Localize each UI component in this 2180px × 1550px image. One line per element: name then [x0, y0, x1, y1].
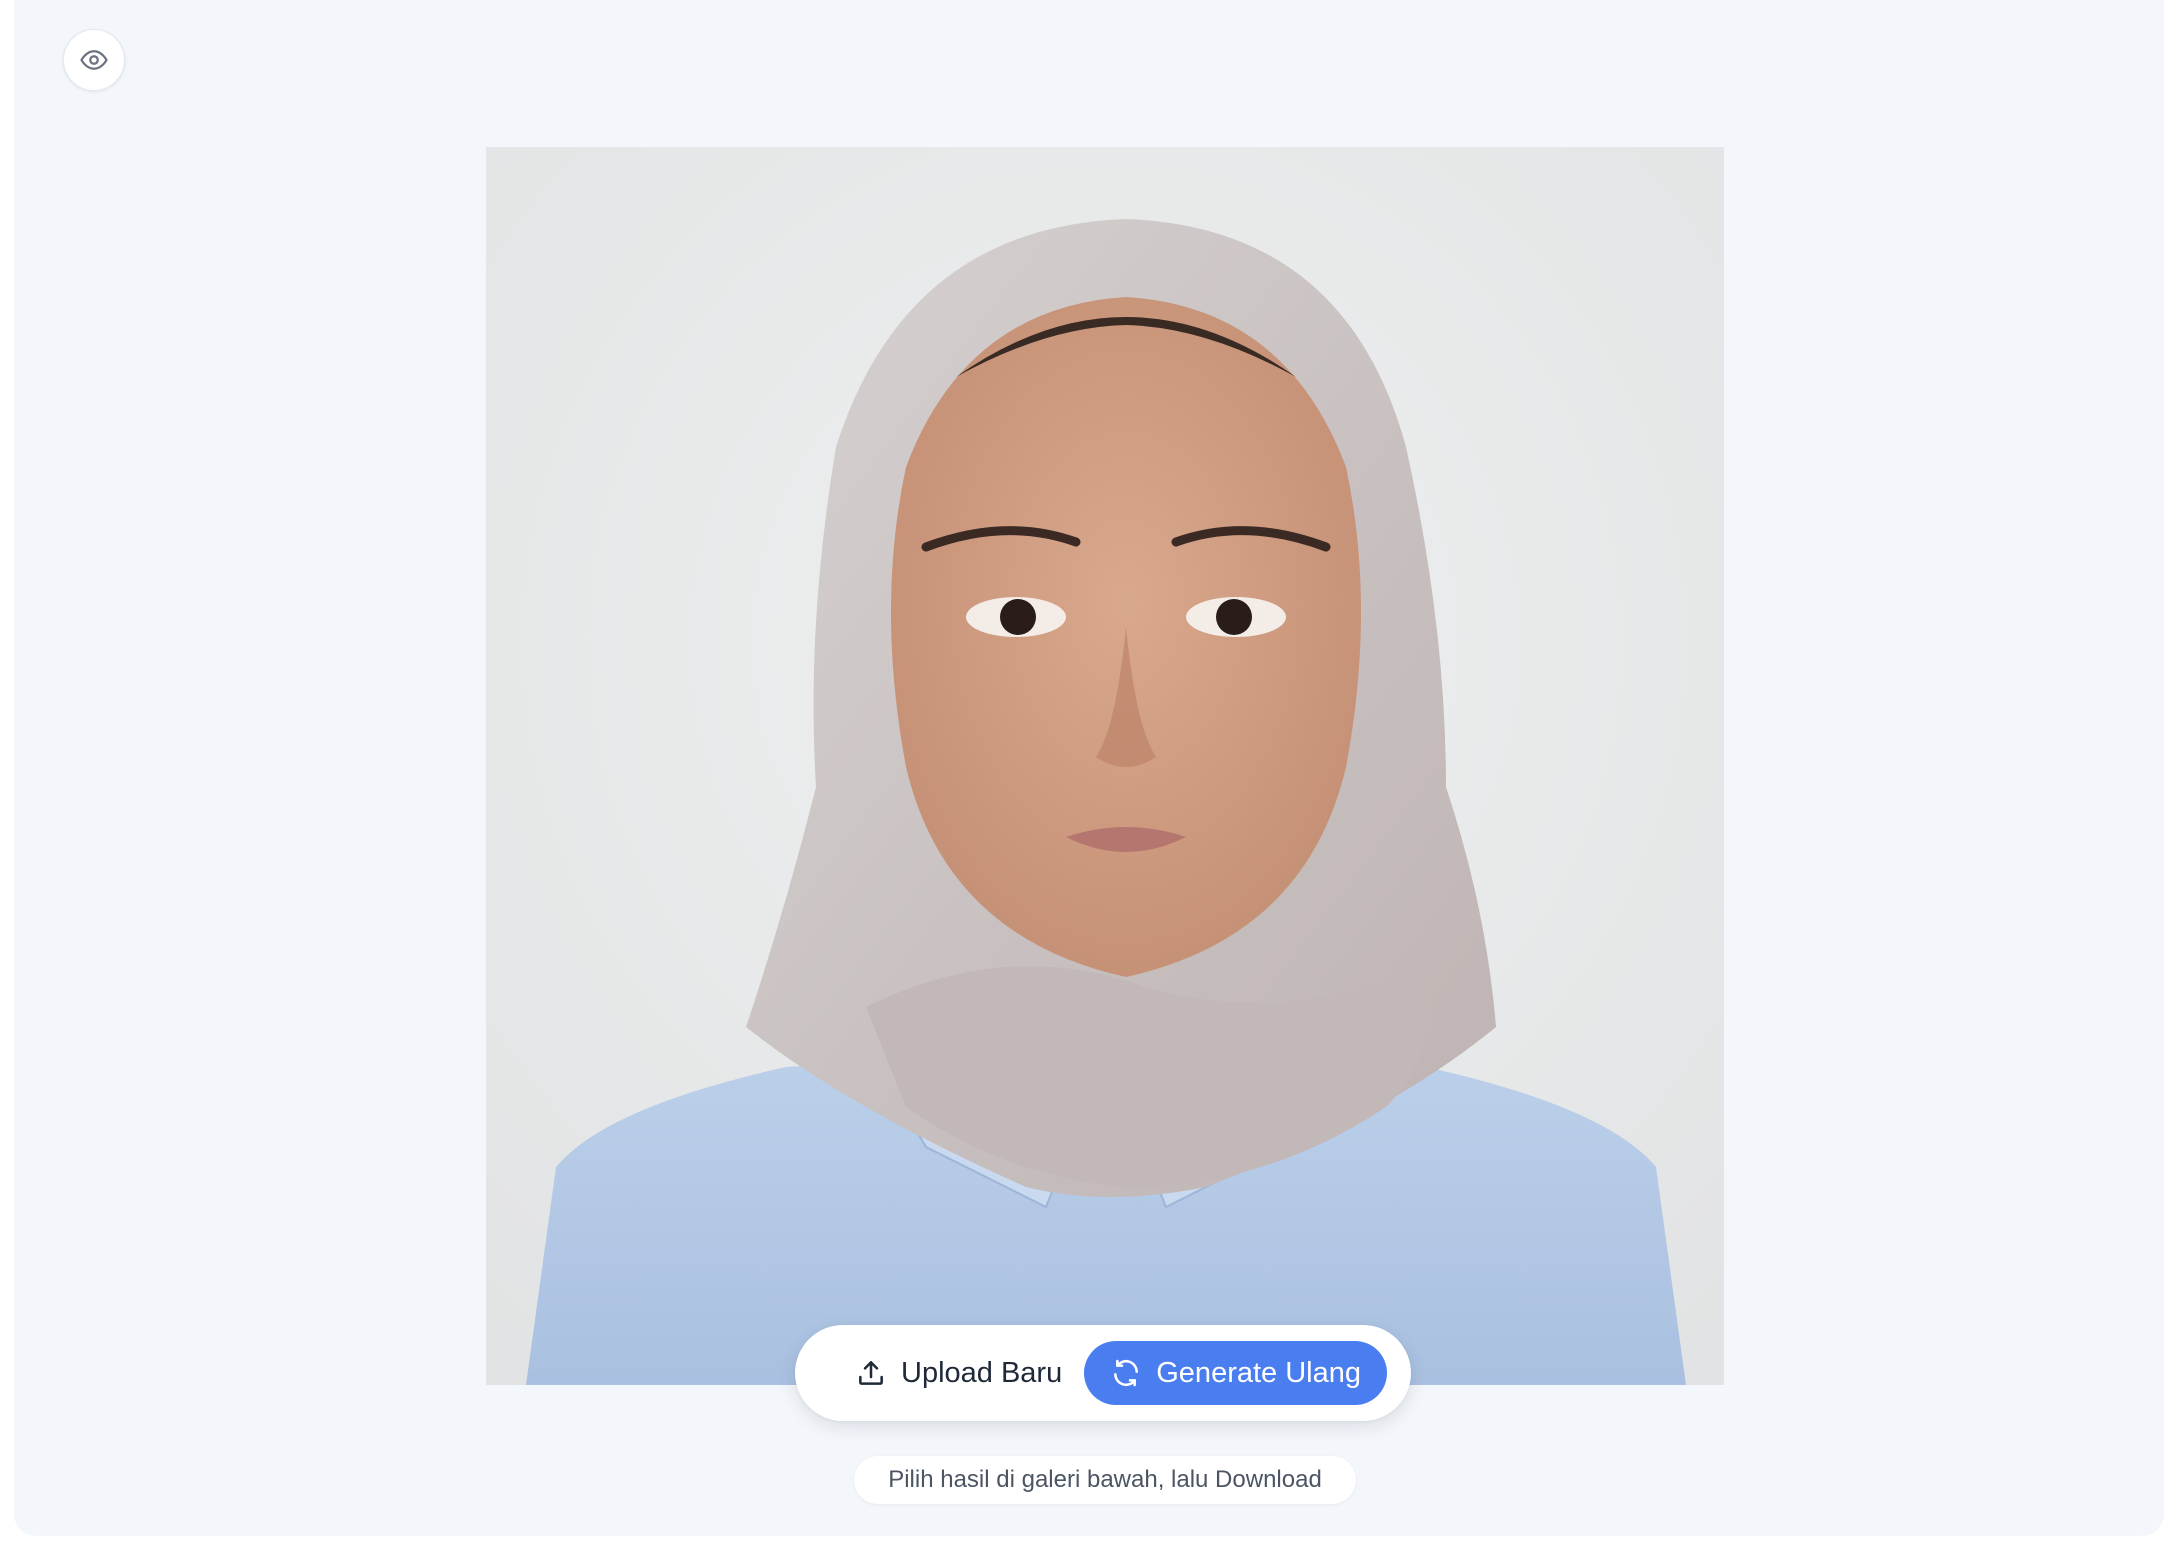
preview-toggle-button[interactable] — [63, 29, 125, 91]
action-bar: Upload Baru Generate Ulang — [795, 1325, 1411, 1421]
eye-icon — [80, 50, 108, 70]
instruction-hint-text: Pilih hasil di galeri bawah, lalu Downlo… — [888, 1466, 1322, 1493]
portrait-image — [486, 147, 1724, 1385]
regenerate-button[interactable]: Generate Ulang — [1084, 1341, 1387, 1405]
upload-new-button[interactable]: Upload Baru — [843, 1342, 1074, 1404]
upload-icon — [859, 1361, 883, 1385]
regenerate-label: Generate Ulang — [1156, 1356, 1361, 1389]
instruction-hint: Pilih hasil di galeri bawah, lalu Downlo… — [854, 1456, 1356, 1504]
generated-photo — [486, 147, 1724, 1385]
workspace-panel: Upload Baru Generate Ulang Pilih hasil d… — [14, 0, 2164, 1536]
upload-new-label: Upload Baru — [901, 1356, 1063, 1389]
refresh-icon — [1114, 1359, 1139, 1387]
